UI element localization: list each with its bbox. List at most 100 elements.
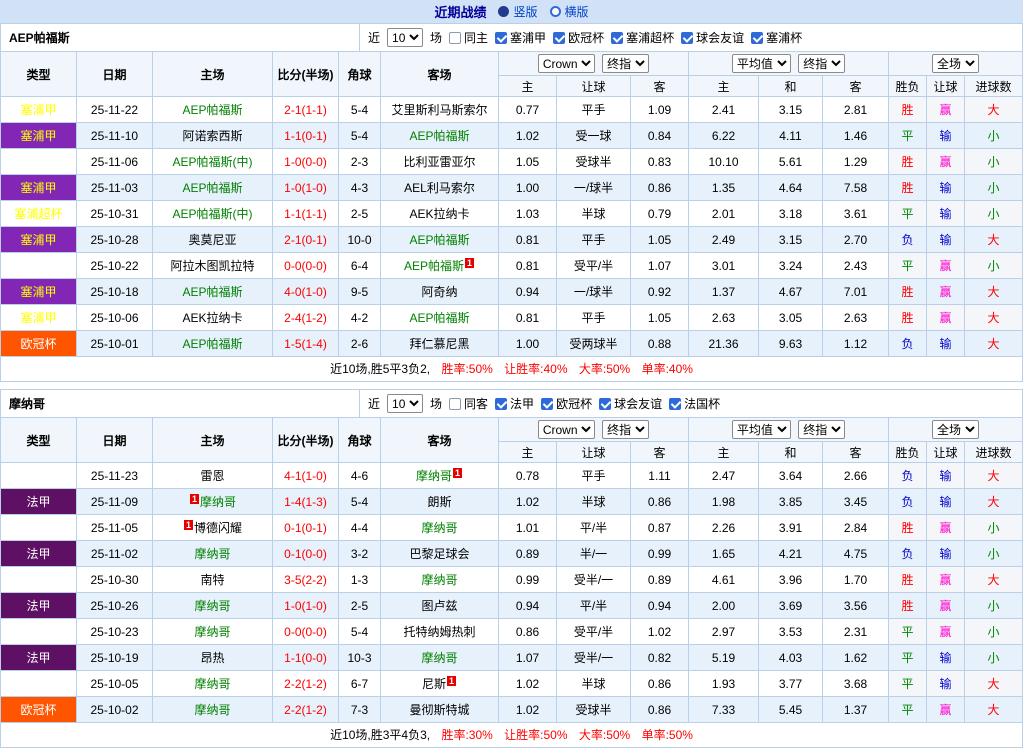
team-name-link[interactable]: 摩纳哥 [194, 547, 230, 561]
score-cell[interactable]: 2-2(1-2) [273, 671, 339, 697]
team-name-link[interactable]: 比利亚雷亚尔 [403, 155, 475, 169]
team-name-link[interactable]: AEP帕福斯(中) [172, 155, 252, 169]
score-cell[interactable]: 2-4(1-2) [273, 305, 339, 331]
team-name-link[interactable]: 巴黎足球会 [409, 547, 469, 561]
team-name-link[interactable]: AEK拉纳卡 [182, 311, 242, 325]
team-name-link[interactable]: 阿拉木图凯拉特 [170, 259, 254, 273]
league-cell[interactable]: 法甲 [1, 645, 77, 671]
league-filter[interactable]: 塞浦杯 [751, 29, 802, 46]
league-cell[interactable]: 法甲 [1, 671, 77, 697]
checkbox-icon[interactable] [669, 398, 681, 410]
score-cell[interactable]: 2-1(1-1) [273, 97, 339, 123]
team-name-link[interactable]: 奥莫尼亚 [188, 233, 236, 247]
score-cell[interactable]: 0-0(0-0) [273, 619, 339, 645]
odds-stage-select[interactable]: 终指 [602, 420, 649, 439]
league-cell[interactable]: 塞浦甲 [1, 123, 77, 149]
score-cell[interactable]: 1-5(1-4) [273, 331, 339, 357]
score-cell[interactable]: 1-1(0-1) [273, 123, 339, 149]
avg-select[interactable]: 平均值 [732, 54, 791, 73]
league-filter[interactable]: 塞浦超杯 [611, 29, 674, 46]
avg-stage-select[interactable]: 终指 [798, 420, 845, 439]
team-name-link[interactable]: AEK拉纳卡 [409, 207, 469, 221]
checkbox-icon[interactable] [541, 398, 553, 410]
league-cell[interactable]: 法甲 [1, 593, 77, 619]
league-filter[interactable]: 欧冠杯 [541, 395, 592, 412]
league-filter[interactable]: 球会友谊 [599, 395, 662, 412]
team-name-link[interactable]: 拜仁慕尼黑 [409, 337, 469, 351]
team-name-link[interactable]: 艾里斯利马斯索尔 [391, 103, 487, 117]
same-home-filter[interactable]: 同主 [449, 29, 488, 46]
league-cell[interactable]: 欧冠杯 [1, 253, 77, 279]
avg-stage-select[interactable]: 终指 [798, 54, 845, 73]
league-cell[interactable]: 塞浦甲 [1, 227, 77, 253]
recent-count-select[interactable]: 10 [387, 394, 423, 413]
score-cell[interactable]: 1-4(1-3) [273, 489, 339, 515]
team-name-link[interactable]: AEP帕福斯 [182, 337, 242, 351]
score-cell[interactable]: 4-0(1-0) [273, 279, 339, 305]
team-name-link[interactable]: 摩纳哥 [194, 677, 230, 691]
same-away-filter[interactable]: 同客 [449, 395, 488, 412]
team-name-link[interactable]: 摩纳哥 [194, 599, 230, 613]
score-cell[interactable]: 2-1(0-1) [273, 227, 339, 253]
team-name-link[interactable]: 朗斯 [427, 495, 451, 509]
team-name-link[interactable]: 南特 [200, 573, 224, 587]
team-name-link[interactable]: 摩纳哥 [194, 625, 230, 639]
score-cell[interactable]: 1-0(0-0) [273, 149, 339, 175]
team-name-link[interactable]: 雷恩 [200, 469, 224, 483]
league-cell[interactable]: 塞浦超杯 [1, 201, 77, 227]
team-name-link[interactable]: AEP帕福斯(中) [172, 207, 252, 221]
checkbox-icon[interactable] [553, 32, 565, 44]
team-name-link[interactable]: 曼彻斯特城 [409, 703, 469, 717]
team-name-link[interactable]: AEP帕福斯 [409, 233, 469, 247]
radio-unselected-icon[interactable] [550, 6, 561, 17]
checkbox-icon[interactable] [611, 32, 623, 44]
league-cell[interactable]: 塞浦甲 [1, 305, 77, 331]
score-cell[interactable]: 2-2(1-2) [273, 697, 339, 723]
league-cell[interactable]: 塞浦甲 [1, 175, 77, 201]
checkbox-icon[interactable] [599, 398, 611, 410]
score-cell[interactable]: 1-1(0-0) [273, 645, 339, 671]
checkbox-icon[interactable] [751, 32, 763, 44]
team-name-link[interactable]: AEP帕福斯 [182, 285, 242, 299]
team-name-link[interactable]: AEP帕福斯 [182, 103, 242, 117]
checkbox-icon[interactable] [681, 32, 693, 44]
league-filter[interactable]: 法甲 [495, 395, 534, 412]
team-name-link[interactable]: 托特纳姆热刺 [403, 625, 475, 639]
scope-select[interactable]: 全场 [932, 54, 979, 73]
checkbox-icon[interactable] [495, 32, 507, 44]
score-cell[interactable]: 3-5(2-2) [273, 567, 339, 593]
team-name-link[interactable]: 摩纳哥 [421, 651, 457, 665]
league-cell[interactable]: 欧冠杯 [1, 515, 77, 541]
team-name-link[interactable]: 摩纳哥 [194, 703, 230, 717]
score-cell[interactable]: 0-1(0-1) [273, 515, 339, 541]
team-name-link[interactable]: 图卢兹 [421, 599, 457, 613]
checkbox-icon[interactable] [495, 398, 507, 410]
team-name-link[interactable]: 阿诺索西斯 [182, 129, 242, 143]
team-name-link[interactable]: 尼斯 [422, 677, 446, 691]
score-cell[interactable]: 0-0(0-0) [273, 253, 339, 279]
team-name-link[interactable]: 摩纳哥 [421, 521, 457, 535]
team-name-link[interactable]: 摩纳哥 [416, 469, 452, 483]
team-name-link[interactable]: AEP帕福斯 [409, 311, 469, 325]
league-cell[interactable]: 欧冠杯 [1, 331, 77, 357]
checkbox-icon[interactable] [449, 398, 461, 410]
recent-count-select[interactable]: 10 [387, 28, 423, 47]
score-cell[interactable]: 1-1(1-1) [273, 201, 339, 227]
score-cell[interactable]: 1-0(1-0) [273, 175, 339, 201]
score-cell[interactable]: 4-1(1-0) [273, 463, 339, 489]
league-cell[interactable]: 法甲 [1, 567, 77, 593]
team-name-link[interactable]: 阿奇纳 [421, 285, 457, 299]
league-cell[interactable]: 法甲 [1, 489, 77, 515]
team-name-link[interactable]: AEP帕福斯 [182, 181, 242, 195]
league-cell[interactable]: 法甲 [1, 541, 77, 567]
league-filter[interactable]: 欧冠杯 [553, 29, 604, 46]
layout-option-vertical[interactable]: 竖版 [498, 3, 537, 20]
team-name-link[interactable]: AEP帕福斯 [404, 259, 464, 273]
odds-source-select[interactable]: Crown [538, 420, 595, 439]
league-cell[interactable]: 法甲 [1, 463, 77, 489]
league-filter[interactable]: 法国杯 [669, 395, 720, 412]
team-name-link[interactable]: 摩纳哥 [421, 573, 457, 587]
league-cell[interactable]: 塞浦甲 [1, 279, 77, 305]
avg-select[interactable]: 平均值 [732, 420, 791, 439]
team-name-link[interactable]: 博德闪耀 [194, 521, 242, 535]
